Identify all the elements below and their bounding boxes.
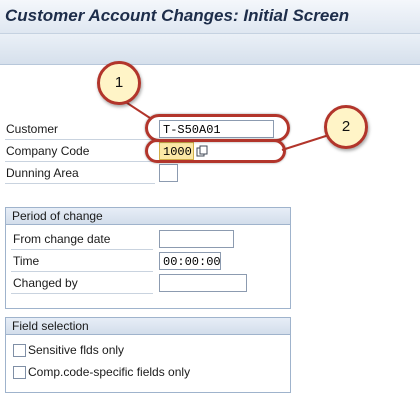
callout-leader-1 <box>123 100 151 119</box>
customer-highlight-ring <box>145 114 290 142</box>
callout-bubble-1: 1 <box>97 61 141 105</box>
company-code-highlight-ring <box>145 139 286 163</box>
callout-leader-2 <box>281 134 330 151</box>
callout-leaders <box>123 100 330 151</box>
callout-bubble-2: 2 <box>324 105 368 149</box>
